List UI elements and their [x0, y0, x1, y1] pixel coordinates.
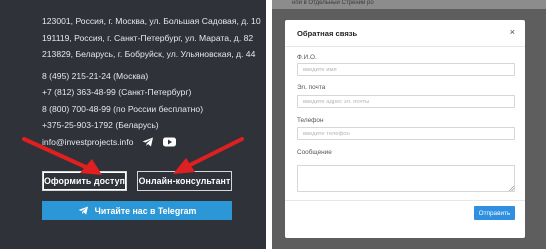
background-text: нпи в Отдельный Стрении ро	[292, 0, 374, 6]
message-field[interactable]	[297, 165, 515, 192]
name-field[interactable]	[297, 63, 515, 76]
modal-footer-divider	[285, 200, 525, 201]
modal-title: Обратная связь	[297, 29, 358, 38]
message-label: Сообщение	[297, 149, 332, 156]
email-label: Эл. почта	[297, 84, 326, 91]
name-label: Ф.И.О.	[297, 54, 317, 61]
phone-label: Телефон	[297, 117, 324, 124]
phone-free[interactable]: 8 (800) 700-48-99 (по России бесплатно)	[42, 101, 203, 117]
telegram-channel-button[interactable]: Читайте нас в Telegram	[42, 201, 232, 220]
feedback-modal: Обратная связь × Ф.И.О. Эл. почта Телефо…	[285, 20, 525, 238]
access-button[interactable]: Оформить доступ	[42, 171, 127, 191]
email-row: info@investprojects.info	[42, 137, 177, 147]
footer-contacts-panel: 123001, Россия, г. Москва, ул. Большая С…	[0, 0, 266, 249]
online-consultant-button[interactable]: Онлайн-консультант	[137, 171, 232, 191]
address-bobruisk: 213829, Беларусь, г. Бобруйск, ул. Ульян…	[42, 49, 256, 59]
youtube-icon[interactable]	[163, 137, 177, 147]
address-list: 123001, Россия, г. Москва, ул. Большая С…	[42, 13, 261, 63]
telegram-button-label: Читайте нас в Telegram	[94, 205, 197, 216]
submit-button[interactable]: Отправить	[474, 206, 515, 220]
telegram-icon[interactable]	[142, 137, 154, 147]
phone-belarus[interactable]: +375-25-903-1792 (Беларусь)	[42, 117, 203, 133]
feedback-screen: нпи в Отдельный Стрении ро Обратная связ…	[272, 0, 546, 249]
telegram-plane-icon	[78, 206, 89, 215]
phone-spb[interactable]: +7 (812) 363-48-99 (Санкт-Петербург)	[42, 84, 203, 100]
email-link[interactable]: info@investprojects.info	[42, 137, 133, 147]
close-icon[interactable]: ×	[510, 27, 515, 37]
modal-header-divider	[285, 46, 525, 47]
email-field[interactable]	[297, 95, 515, 108]
address-spb: 191119, Россия, г. Санкт-Петербург, ул. …	[42, 32, 254, 43]
phone-list: 8 (495) 215-21-24 (Москва) +7 (812) 363-…	[42, 68, 203, 133]
phone-field[interactable]	[297, 127, 515, 140]
phone-moscow[interactable]: 8 (495) 215-21-24 (Москва)	[42, 68, 203, 84]
resize-handle-icon[interactable]	[509, 186, 514, 191]
address-moscow: 123001, Россия, г. Москва, ул. Большая С…	[42, 16, 261, 26]
